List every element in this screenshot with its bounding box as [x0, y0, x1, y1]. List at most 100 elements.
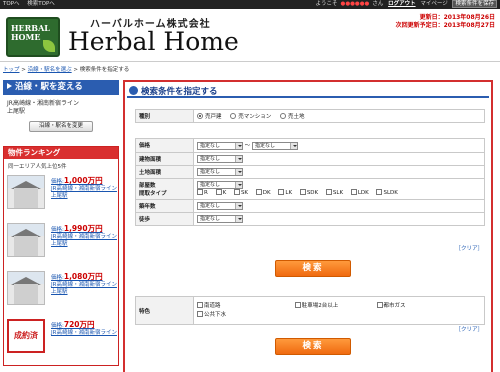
type-option[interactable]: 売マンション	[230, 113, 271, 120]
change-line-heading-text: 沿線・駅を変える	[15, 82, 83, 92]
price-value: 1,080万円	[63, 272, 103, 281]
dropdown-arrow-icon	[235, 182, 242, 188]
price-to-select[interactable]: 指定なし	[252, 141, 299, 150]
checkbox-icon[interactable]	[215, 189, 222, 195]
save-conditions-button[interactable]: 検索条件を保存	[452, 0, 497, 8]
checkbox-icon[interactable]	[197, 310, 203, 317]
checkbox-icon[interactable]	[299, 189, 306, 195]
dropdown-arrow-icon	[235, 142, 242, 149]
feature-checkbox[interactable]: 公共下水	[197, 310, 227, 320]
ranking-item[interactable]: 成約済 価格:720万円 JR高崎線・湘南新宿ライン	[7, 317, 117, 363]
breadcrumb-current: 検索条件を指定する	[79, 67, 130, 73]
layout-option-label: SLDK	[383, 190, 398, 196]
sold-badge: 成約済	[7, 319, 45, 353]
checkbox-icon[interactable]	[278, 189, 285, 195]
building-age-select[interactable]: 指定なし	[197, 201, 243, 210]
rooms-select[interactable]: 指定なし	[197, 181, 243, 189]
breadcrumb-home[interactable]: トップ	[3, 67, 20, 73]
ranking-item-info[interactable]: 価格:1,000万円 JR高崎線・湘南新宿ライン 上尾駅	[51, 177, 119, 200]
layout-checkbox[interactable]: K	[215, 189, 227, 196]
type-option-label: 売土地	[288, 114, 305, 120]
ranking-item[interactable]: 価格:1,000万円 JR高崎線・湘南新宿ライン 上尾駅	[7, 173, 117, 219]
ranking-item-info[interactable]: 価格:1,990万円 JR高崎線・湘南新宿ライン 上尾駅	[51, 225, 119, 248]
features-label: 特色	[135, 296, 194, 325]
ranking-item[interactable]: 価格:1,990万円 JR高崎線・湘南新宿ライン 上尾駅	[7, 221, 117, 267]
building-age-label: 築年数	[135, 198, 194, 213]
layout-checkbox[interactable]: DK	[255, 189, 271, 196]
layout-option-label: SLK	[332, 190, 344, 196]
clear-conditions-link[interactable]: ［クリア］	[455, 244, 483, 252]
layout-option-label: K	[222, 190, 227, 196]
checkbox-icon[interactable]	[233, 189, 240, 195]
next-update-date: 次回更新予定日：2013年08月27日	[395, 22, 495, 29]
feature-option-label: 都市ガス	[383, 302, 406, 309]
change-line-heading: 沿線・駅を変える	[3, 80, 119, 95]
ranking-item-info[interactable]: 価格:1,080万円 JR高崎線・湘南新宿ライン 上尾駅	[51, 273, 119, 296]
search-button[interactable]: 検索	[275, 338, 351, 355]
radio-icon[interactable]	[230, 113, 237, 119]
herbal-home-logo[interactable]: HERBAL HOME	[6, 17, 60, 57]
checkbox-icon[interactable]	[350, 189, 357, 195]
walk-select[interactable]: 指定なし	[197, 214, 243, 223]
property-photo[interactable]	[7, 271, 45, 305]
type-option[interactable]: 売戸建	[197, 113, 222, 120]
conditions-table: 価格 指定なし ～ 指定なし 建物面積 指定なし 土地面積 指定なし 部屋数 間取…	[135, 138, 485, 226]
property-photo[interactable]	[7, 223, 45, 257]
layout-option-label: LK	[285, 190, 293, 196]
layout-checkbox[interactable]: SK	[233, 189, 249, 196]
sidebar: 沿線・駅を変える JR高崎線・湘南新宿ライン 上尾駅 沿線・駅名を変更 物件ラン…	[3, 80, 119, 372]
checkbox-icon[interactable]	[376, 301, 383, 308]
layout-option-label: SK	[240, 190, 249, 196]
welcome-suffix: さん	[372, 1, 384, 7]
page-title: 検索条件を指定する	[141, 87, 218, 97]
type-option[interactable]: 売土地	[280, 113, 305, 120]
building-area-select[interactable]: 指定なし	[197, 154, 243, 163]
rooms-label: 部屋数 間取タイプ	[135, 177, 194, 200]
layout-checkbox[interactable]: SDK	[299, 189, 319, 196]
checkbox-icon[interactable]	[197, 301, 203, 308]
features-table: 特色 南道路 駐車場2台以上 都市ガス 公共下水	[135, 296, 485, 325]
feature-checkbox[interactable]: 都市ガス	[376, 301, 406, 311]
walk-label: 徒歩	[135, 211, 194, 226]
checkbox-icon[interactable]	[325, 189, 332, 195]
change-line-button[interactable]: 沿線・駅名を変更	[29, 121, 93, 132]
layout-checkbox[interactable]: SLK	[325, 189, 344, 196]
feature-option-label: 南道路	[204, 302, 221, 309]
checkbox-icon[interactable]	[197, 189, 203, 195]
dropdown-arrow-icon	[235, 168, 242, 175]
nav-top-link[interactable]: TOPへ	[3, 1, 20, 7]
checkbox-icon[interactable]	[255, 189, 262, 195]
item-line: JR高崎線・湘南新宿ライン	[51, 234, 117, 240]
layout-type-label-text: 間取タイプ	[139, 190, 167, 197]
feature-checkbox[interactable]: 南道路	[197, 301, 287, 311]
layout-checkbox[interactable]: LDK	[350, 189, 369, 196]
breadcrumb-line-station[interactable]: 沿線・駅名を選ぶ	[28, 67, 72, 73]
layout-checkbox[interactable]: R	[197, 189, 208, 196]
layout-option-label: LDK	[357, 190, 369, 196]
logout-link[interactable]: ログアウト	[388, 1, 416, 7]
ranking-item[interactable]: 価格:1,080万円 JR高崎線・湘南新宿ライン 上尾駅	[7, 269, 117, 315]
current-line: JR高崎線・湘南新宿ライン	[7, 100, 79, 107]
radio-icon[interactable]	[280, 113, 287, 119]
feature-checkbox[interactable]: 駐車場2台以上	[294, 301, 369, 311]
mypage-link[interactable]: マイページ	[420, 1, 447, 7]
nav-search-top-link[interactable]: 検索TOPへ	[27, 1, 55, 7]
ranking-box: 物件ランキング 同一エリア人気上位5件 価格:1,000万円 JR高崎線・湘南新…	[3, 146, 119, 366]
price-from-select[interactable]: 指定なし	[197, 141, 243, 150]
layout-option-label: SDK	[306, 190, 319, 196]
checkbox-icon[interactable]	[294, 301, 301, 308]
checkbox-icon[interactable]	[376, 189, 383, 195]
layout-checkbox[interactable]: LK	[278, 189, 292, 196]
property-photo[interactable]	[7, 175, 45, 209]
radio-selected-icon[interactable]	[197, 113, 203, 119]
feature-option-label: 公共下水	[204, 311, 227, 318]
item-station: 上尾駅	[51, 241, 68, 247]
dropdown-arrow-icon	[290, 142, 298, 149]
ranking-item-info[interactable]: 価格:720万円 JR高崎線・湘南新宿ライン	[51, 321, 119, 337]
welcome-prefix: ようこそ	[315, 1, 338, 7]
search-button[interactable]: 検索	[275, 260, 351, 277]
layout-checkbox[interactable]: SLDK	[376, 189, 398, 196]
site-header: HERBAL HOME ハーバルホーム株式会社 Herbal Home 更新日：…	[0, 9, 500, 62]
land-area-select[interactable]: 指定なし	[197, 167, 243, 176]
clear-features-link[interactable]: ［クリア］	[455, 325, 483, 333]
